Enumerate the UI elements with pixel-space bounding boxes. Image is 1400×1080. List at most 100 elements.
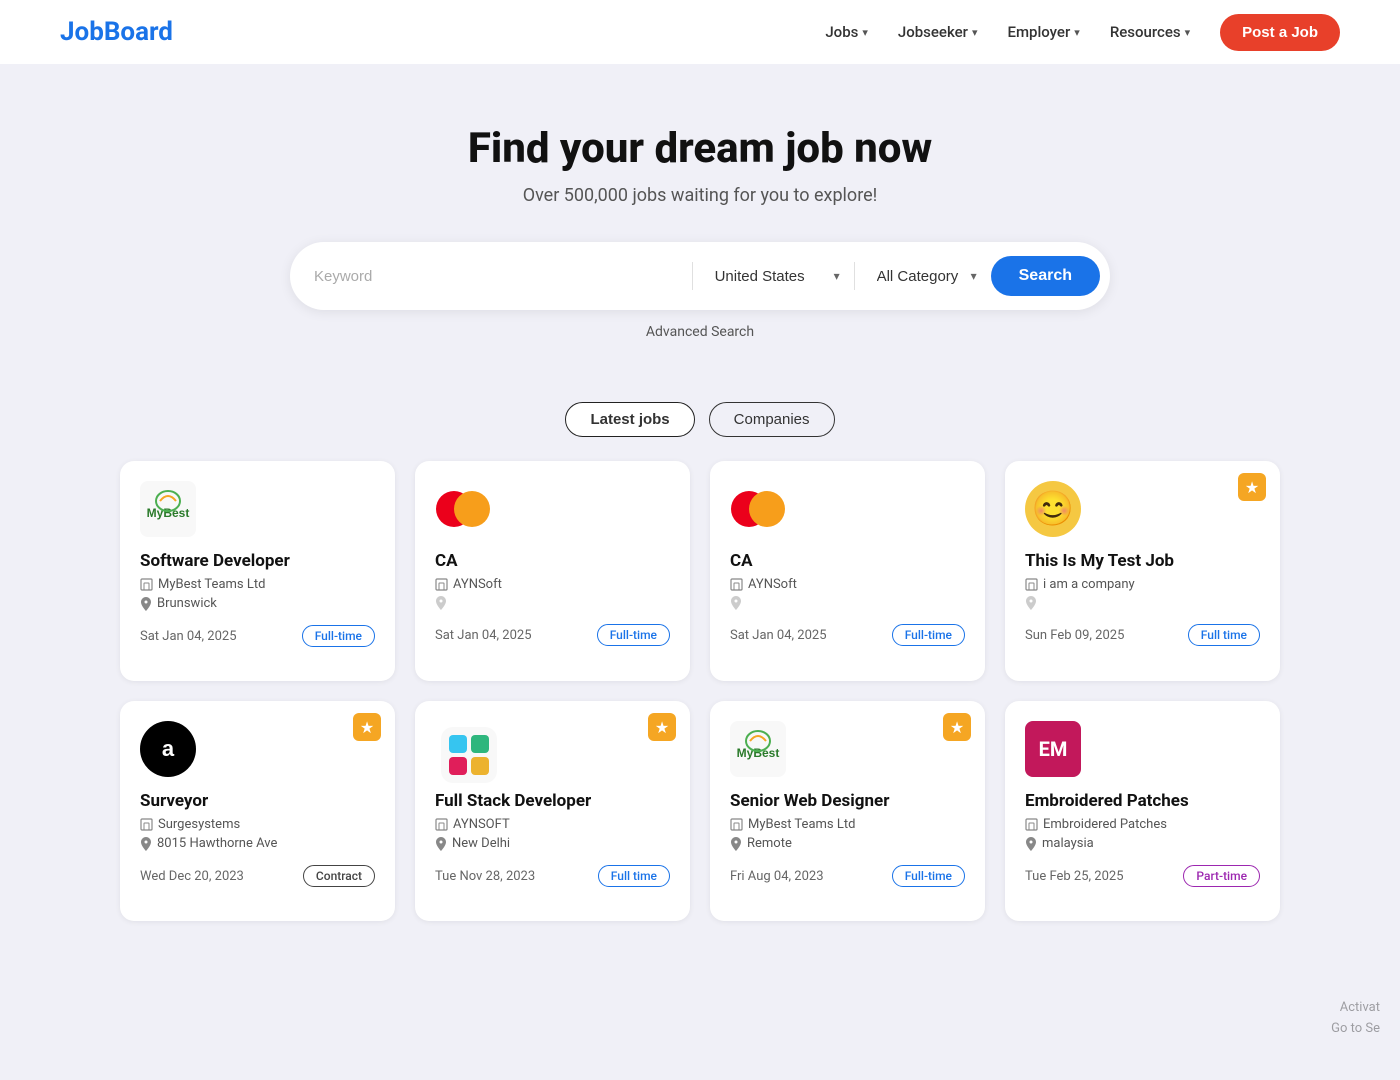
- location-select[interactable]: United States United Kingdom Canada Aust…: [707, 268, 830, 285]
- job-title: Surveyor: [140, 791, 375, 811]
- job-location: Brunswick: [140, 596, 375, 611]
- advanced-search-link[interactable]: Advanced Search: [20, 324, 1380, 340]
- tab-latest-jobs[interactable]: Latest jobs: [565, 402, 694, 437]
- job-title: Embroidered Patches: [1025, 791, 1260, 811]
- job-location: [1025, 596, 1260, 610]
- job-type-badge: Full time: [598, 865, 670, 887]
- company-logo: MyBest: [730, 721, 786, 777]
- tab-companies[interactable]: Companies: [709, 402, 835, 437]
- job-location: [435, 596, 670, 610]
- chevron-down-icon: ▾: [1074, 26, 1080, 39]
- job-footer: Sat Jan 04, 2025 Full-time: [140, 625, 375, 647]
- chevron-down-icon: ▾: [972, 26, 978, 39]
- company-name: i am a company: [1025, 577, 1260, 592]
- search-button[interactable]: Search: [991, 256, 1100, 296]
- job-date: Tue Feb 25, 2025: [1025, 869, 1124, 884]
- company-name: AYNSOFT: [435, 817, 670, 832]
- search-bar: United States United Kingdom Canada Aust…: [290, 242, 1110, 310]
- job-footer: Fri Aug 04, 2023 Full-time: [730, 865, 965, 887]
- category-select-wrapper: All Category Technology Finance Healthca…: [865, 268, 981, 285]
- svg-text:MyBest: MyBest: [147, 506, 190, 520]
- hero-title: Find your dream job now: [20, 124, 1380, 173]
- hero-subtitle: Over 500,000 jobs waiting for you to exp…: [20, 185, 1380, 206]
- job-card[interactable]: EM Embroidered Patches Embroidered Patch…: [1005, 701, 1280, 921]
- svg-text:MyBest: MyBest: [737, 746, 780, 760]
- job-date: Sat Jan 04, 2025: [140, 629, 237, 644]
- nav-resources[interactable]: Resources ▾: [1110, 23, 1190, 41]
- location-select-wrapper: United States United Kingdom Canada Aust…: [703, 268, 844, 285]
- chevron-down-icon: ▾: [971, 269, 977, 283]
- company-name: AYNSoft: [435, 577, 670, 592]
- job-card[interactable]: ★ 😊 This Is My Test Job i am a company S…: [1005, 461, 1280, 681]
- job-card[interactable]: ★ a Surveyor Surgesystems 8015 Hawthorne…: [120, 701, 395, 921]
- featured-star-icon: ★: [943, 713, 971, 741]
- featured-star-icon: ★: [1238, 473, 1266, 501]
- job-footer: Wed Dec 20, 2023 Contract: [140, 865, 375, 887]
- job-card[interactable]: ★ Full Stack Developer AYNSOFT New Delhi…: [415, 701, 690, 921]
- nav-employer[interactable]: Employer ▾: [1007, 23, 1079, 41]
- category-select[interactable]: All Category Technology Finance Healthca…: [869, 268, 967, 285]
- job-title: Full Stack Developer: [435, 791, 670, 811]
- logo[interactable]: JobBoard: [60, 17, 173, 47]
- job-footer: Tue Nov 28, 2023 Full time: [435, 865, 670, 887]
- job-date: Tue Nov 28, 2023: [435, 869, 535, 884]
- job-title: Senior Web Designer: [730, 791, 965, 811]
- job-footer: Sat Jan 04, 2025 Full-time: [435, 624, 670, 646]
- job-location: New Delhi: [435, 836, 670, 851]
- divider: [854, 262, 855, 290]
- company-name: Embroidered Patches: [1025, 817, 1260, 832]
- job-type-badge: Contract: [303, 865, 375, 887]
- divider: [692, 262, 693, 290]
- chevron-down-icon: ▾: [834, 269, 840, 283]
- job-card[interactable]: CA AYNSoft Sat Jan 04, 2025 Full-time: [710, 461, 985, 681]
- company-name: MyBest Teams Ltd: [140, 577, 375, 592]
- job-date: Fri Aug 04, 2023: [730, 869, 824, 884]
- jobs-grid: MyBest Software Developer MyBest Teams L…: [100, 461, 1300, 961]
- job-date: Sat Jan 04, 2025: [730, 628, 827, 643]
- job-card[interactable]: MyBest Software Developer MyBest Teams L…: [120, 461, 395, 681]
- company-logo: a: [140, 721, 196, 777]
- job-footer: Sat Jan 04, 2025 Full-time: [730, 624, 965, 646]
- featured-star-icon: ★: [648, 713, 676, 741]
- nav-links: Jobs ▾ Jobseeker ▾ Employer ▾ Resources …: [825, 14, 1340, 51]
- job-type-badge: Full-time: [302, 625, 375, 647]
- company-logo: MyBest: [140, 481, 196, 537]
- job-footer: Tue Feb 25, 2025 Part-time: [1025, 865, 1260, 887]
- company-logo: 😊: [1025, 481, 1081, 537]
- job-location: malaysia: [1025, 836, 1260, 851]
- chevron-down-icon: ▾: [862, 26, 868, 39]
- job-title: CA: [730, 551, 965, 571]
- job-card[interactable]: CA AYNSoft Sat Jan 04, 2025 Full-time: [415, 461, 690, 681]
- company-logo: EM: [1025, 721, 1081, 777]
- search-input[interactable]: [314, 268, 682, 285]
- job-type-badge: Full-time: [597, 624, 670, 646]
- featured-star-icon: ★: [353, 713, 381, 741]
- job-location: 8015 Hawthorne Ave: [140, 836, 375, 851]
- svg-text:a: a: [162, 736, 175, 761]
- nav-jobseeker[interactable]: Jobseeker ▾: [898, 23, 978, 41]
- job-type-badge: Full time: [1188, 624, 1260, 646]
- job-date: Sun Feb 09, 2025: [1025, 628, 1124, 643]
- nav-jobs[interactable]: Jobs ▾: [825, 23, 868, 41]
- job-type-badge: Full-time: [892, 624, 965, 646]
- job-footer: Sun Feb 09, 2025 Full time: [1025, 624, 1260, 646]
- company-name: Surgesystems: [140, 817, 375, 832]
- job-date: Sat Jan 04, 2025: [435, 628, 532, 643]
- job-location: Remote: [730, 836, 965, 851]
- navbar: JobBoard Jobs ▾ Jobseeker ▾ Employer ▾ R…: [0, 0, 1400, 64]
- hero-section: Find your dream job now Over 500,000 job…: [0, 64, 1400, 370]
- tabs: Latest jobs Companies: [0, 402, 1400, 437]
- company-logo: [730, 481, 786, 537]
- post-job-button[interactable]: Post a Job: [1220, 14, 1340, 51]
- job-title: This Is My Test Job: [1025, 551, 1260, 571]
- job-title: Software Developer: [140, 551, 375, 571]
- job-location: [730, 596, 965, 610]
- job-card[interactable]: ★ MyBest Senior Web Designer MyBest Team…: [710, 701, 985, 921]
- company-name: AYNSoft: [730, 577, 965, 592]
- job-title: CA: [435, 551, 670, 571]
- job-date: Wed Dec 20, 2023: [140, 869, 244, 884]
- job-type-badge: Part-time: [1183, 865, 1260, 887]
- activation-watermark: Activat Go to Se: [1331, 998, 1380, 1040]
- company-logo: [435, 721, 491, 777]
- job-type-badge: Full-time: [892, 865, 965, 887]
